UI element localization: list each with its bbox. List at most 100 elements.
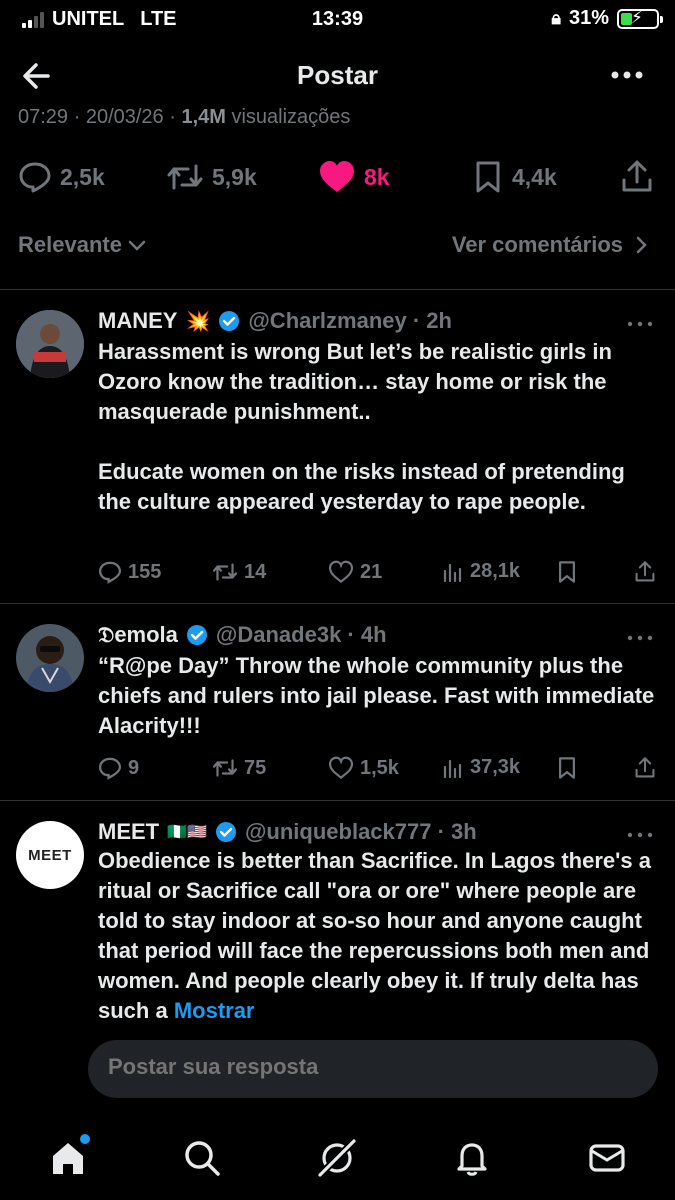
page-title: Postar xyxy=(297,60,378,90)
view-comments-link[interactable]: Ver comentários xyxy=(452,232,651,258)
search-icon xyxy=(185,1141,220,1176)
reply-tweet[interactable]: MANEY 💥 @Charlzmaney · 2h Harassment is … xyxy=(0,290,675,603)
reply-header: MEET 🇳🇬🇺🇸 @uniqueblack777 · 3h xyxy=(98,819,477,845)
post-views-count: 1,4M xyxy=(181,106,226,128)
bookmark-button[interactable] xyxy=(556,756,578,780)
share-icon xyxy=(635,561,655,582)
post-action-bar: 2,5k 5,9k 8k 4,4k xyxy=(0,154,675,202)
chevron-down-icon xyxy=(128,240,146,251)
views-count: 28,1k xyxy=(470,560,521,582)
author-handle[interactable]: @Danade3k · 4h xyxy=(216,622,387,648)
repost-button[interactable]: 75 xyxy=(212,756,266,780)
like-button[interactable]: 21 xyxy=(328,560,382,584)
share-icon xyxy=(622,160,652,192)
grok-icon xyxy=(316,1137,358,1179)
nav-search[interactable] xyxy=(178,1134,226,1182)
analytics-icon xyxy=(443,563,462,582)
repost-icon xyxy=(167,164,203,190)
share-button[interactable] xyxy=(634,560,656,584)
bookmark-icon xyxy=(559,757,575,779)
home-icon xyxy=(53,1143,83,1174)
more-options-button[interactable] xyxy=(607,60,647,90)
more-horizontal-icon xyxy=(627,321,653,327)
like-button[interactable]: 8k xyxy=(318,160,390,194)
heart-icon xyxy=(328,560,354,583)
view-comments-label: Ver comentários xyxy=(451,232,623,257)
avatar-photo xyxy=(16,624,84,692)
repost-icon xyxy=(212,563,238,581)
reply-action-bar: 155 14 21 28,1k xyxy=(98,560,663,590)
views-count: 37,3k xyxy=(470,756,521,778)
verified-badge-icon xyxy=(215,822,236,842)
reply-button[interactable]: 155 xyxy=(98,560,161,584)
reply-more-button[interactable] xyxy=(625,314,655,334)
reply-tweet[interactable]: MEET MEET 🇳🇬🇺🇸 @uniqueblack777 · 3h Obed… xyxy=(0,801,675,1025)
sort-dropdown[interactable]: Relevante xyxy=(18,232,148,258)
repost-count: 14 xyxy=(244,560,267,583)
rotation-lock-icon: 🔒︎ xyxy=(551,8,561,28)
views-button[interactable]: 28,1k xyxy=(442,560,520,583)
bookmark-count: 4,4k xyxy=(512,163,557,190)
repost-button[interactable]: 5,9k xyxy=(166,160,257,194)
reply-text-body: Obedience is better than Sacrifice. In L… xyxy=(98,848,651,1023)
reply-button[interactable]: 2,5k xyxy=(18,160,105,194)
like-button[interactable]: 1,5k xyxy=(328,756,399,780)
avatar[interactable] xyxy=(16,624,84,692)
share-button[interactable] xyxy=(620,160,654,194)
heart-filled-icon xyxy=(320,161,354,192)
author-name[interactable]: MEET xyxy=(98,819,159,845)
author-handle[interactable]: @Charlzmaney · 2h xyxy=(248,308,452,334)
share-button[interactable] xyxy=(634,756,656,780)
header: Postar xyxy=(0,50,675,102)
bottom-nav xyxy=(0,1120,675,1200)
views-button[interactable]: 37,3k xyxy=(442,756,520,779)
bookmark-button[interactable] xyxy=(556,560,578,584)
reply-composer[interactable] xyxy=(88,1040,658,1098)
reply-button[interactable]: 9 xyxy=(98,756,139,780)
nav-home[interactable] xyxy=(44,1134,92,1182)
verified-badge-icon xyxy=(186,625,207,645)
reply-input[interactable] xyxy=(108,1054,628,1080)
avatar-photo xyxy=(16,310,84,378)
reply-text: Obedience is better than Sacrifice. In L… xyxy=(98,846,663,1025)
post-views-label: visualizações xyxy=(225,106,351,128)
bookmark-icon xyxy=(559,561,575,583)
chevron-right-icon xyxy=(636,236,647,254)
bookmark-icon xyxy=(476,161,500,193)
reply-more-button[interactable] xyxy=(625,628,655,648)
status-bar: UNITEL LTE 13:39 🔒︎ 31% ⚡︎ xyxy=(0,0,675,38)
nav-messages[interactable] xyxy=(583,1134,631,1182)
analytics-icon xyxy=(443,759,462,778)
repost-count: 5,9k xyxy=(212,163,257,190)
post-meta: 07:29 · 20/03/26 · 1,4M visualizações xyxy=(18,106,350,128)
status-right: 🔒︎ 31% ⚡︎ xyxy=(551,7,663,30)
avatar[interactable]: MEET xyxy=(16,821,84,889)
reply-sort-row: Relevante Ver comentários xyxy=(0,230,675,264)
repost-count: 75 xyxy=(244,756,267,779)
reply-more-button[interactable] xyxy=(625,825,655,845)
like-count: 8k xyxy=(364,163,390,190)
author-name[interactable]: MANEY xyxy=(98,308,177,334)
comment-icon xyxy=(98,561,122,584)
bookmark-button[interactable]: 4,4k xyxy=(472,160,557,194)
reply-text: “R@pe Day” Throw the whole community plu… xyxy=(98,653,655,738)
battery-icon: ⚡︎ xyxy=(617,8,663,29)
reply-text: Harassment is wrong But let’s be realist… xyxy=(98,339,625,514)
nav-grok[interactable] xyxy=(313,1134,361,1182)
avatar[interactable] xyxy=(16,310,84,378)
avatar-logo-text: MEET xyxy=(28,846,72,864)
author-flags: 🇳🇬🇺🇸 xyxy=(167,824,207,841)
heart-icon xyxy=(328,756,354,779)
verified-badge-icon xyxy=(219,311,240,331)
reply-count: 9 xyxy=(128,756,140,779)
comment-icon xyxy=(19,162,51,193)
author-name[interactable]: 𝔇emola xyxy=(98,622,178,648)
nav-notifications[interactable] xyxy=(448,1134,496,1182)
sort-label: Relevante xyxy=(18,232,122,257)
mail-icon xyxy=(589,1144,625,1172)
repost-button[interactable]: 14 xyxy=(212,560,266,584)
reply-tweet[interactable]: 𝔇emola @Danade3k · 4h “R@pe Day” Throw t… xyxy=(0,604,675,800)
author-emoji: 💥 xyxy=(185,310,211,333)
show-more-link[interactable]: Mostrar xyxy=(174,998,255,1023)
author-handle[interactable]: @uniqueblack777 · 3h xyxy=(245,819,477,845)
